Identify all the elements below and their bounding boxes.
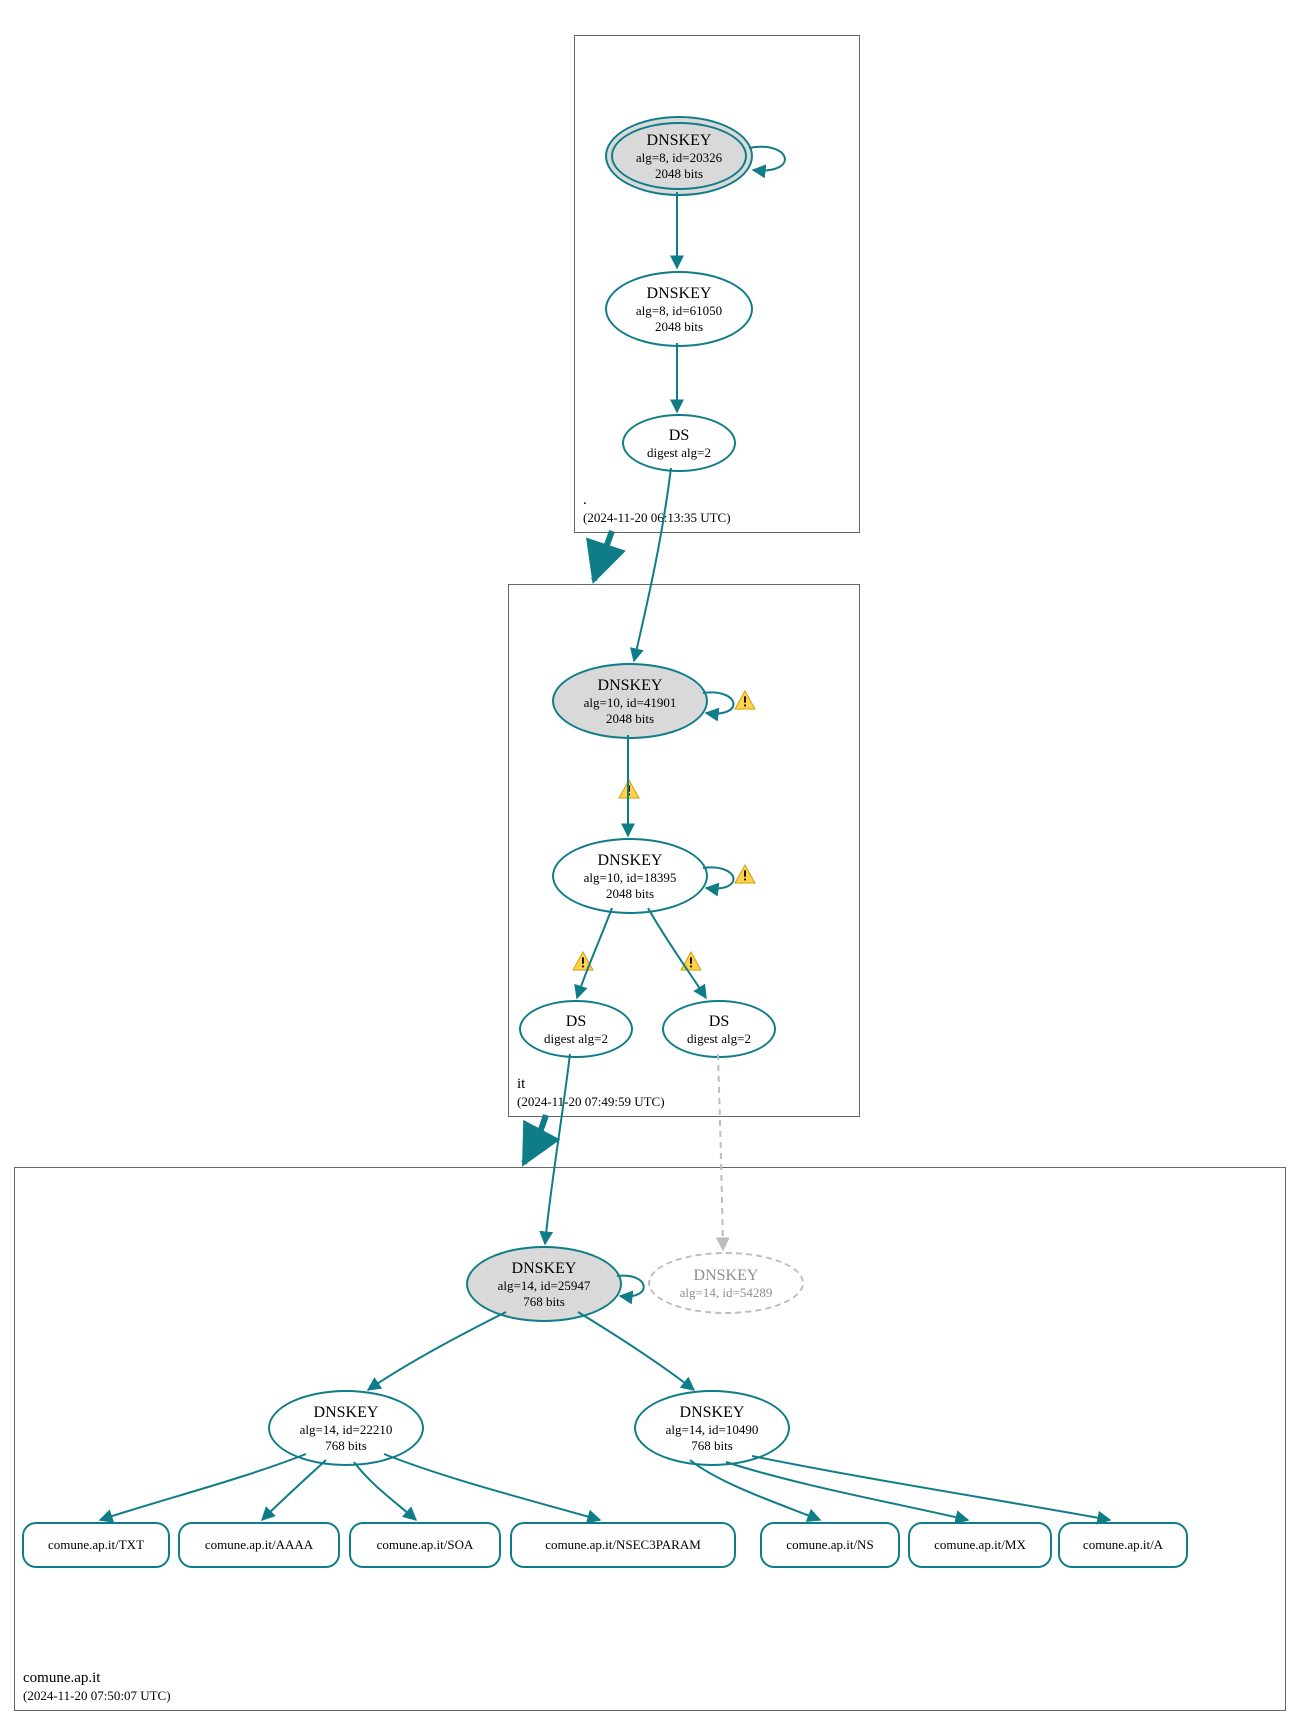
node-line3: 2048 bits: [655, 319, 703, 335]
warning-icon: [618, 779, 640, 799]
rrset-label: comune.ap.it/AAAA: [205, 1537, 313, 1553]
node-title: DS: [566, 1012, 586, 1031]
zone-domain-name: comune.ap.it: [23, 1669, 171, 1688]
node-line2: alg=10, id=41901: [584, 695, 677, 711]
node-title: DNSKEY: [314, 1403, 379, 1422]
node-title: DNSKEY: [647, 131, 712, 150]
zone-root-name: .: [583, 491, 731, 510]
root-ds: DS digest alg=2: [622, 414, 736, 472]
node-line3: 2048 bits: [655, 166, 703, 182]
warning-icon: [734, 864, 756, 884]
rrset-aaaa: comune.ap.it/AAAA: [178, 1522, 340, 1568]
rrset-a: comune.ap.it/A: [1058, 1522, 1188, 1568]
node-title: DS: [709, 1012, 729, 1031]
rrset-soa: comune.ap.it/SOA: [349, 1522, 501, 1568]
zone-it-label: it (2024-11-20 07:49:59 UTC): [517, 1075, 665, 1110]
node-title: DNSKEY: [647, 284, 712, 303]
node-line2: alg=14, id=10490: [666, 1422, 759, 1438]
node-line3: 768 bits: [691, 1438, 733, 1454]
node-line2: alg=14, id=54289: [680, 1285, 773, 1301]
node-line3: 2048 bits: [606, 711, 654, 727]
node-line2: alg=8, id=20326: [636, 150, 722, 166]
domain-ghost-dnskey: DNSKEY alg=14, id=54289: [648, 1252, 804, 1314]
node-line2: alg=14, id=25947: [498, 1278, 591, 1294]
it-ds-2: DS digest alg=2: [662, 1000, 776, 1058]
zone-it-timestamp: (2024-11-20 07:49:59 UTC): [517, 1094, 665, 1110]
root-zsk-dnskey: DNSKEY alg=8, id=61050 2048 bits: [605, 271, 753, 347]
node-title: DNSKEY: [598, 851, 663, 870]
rrset-ns: comune.ap.it/NS: [760, 1522, 900, 1568]
rrset-txt: comune.ap.it/TXT: [22, 1522, 170, 1568]
zone-domain-label: comune.ap.it (2024-11-20 07:50:07 UTC): [23, 1669, 171, 1704]
rrset-label: comune.ap.it/NSEC3PARAM: [545, 1537, 701, 1553]
rrset-label: comune.ap.it/MX: [934, 1537, 1026, 1553]
zone-domain-timestamp: (2024-11-20 07:50:07 UTC): [23, 1688, 171, 1704]
node-line3: 768 bits: [325, 1438, 367, 1454]
node-title: DS: [669, 426, 689, 445]
domain-zsk2-dnskey: DNSKEY alg=14, id=10490 768 bits: [634, 1390, 790, 1466]
rrset-mx: comune.ap.it/MX: [908, 1522, 1052, 1568]
node-title: DNSKEY: [680, 1403, 745, 1422]
rrset-label: comune.ap.it/NS: [786, 1537, 873, 1553]
it-ksk-dnskey: DNSKEY alg=10, id=41901 2048 bits: [552, 663, 708, 739]
rrset-label: comune.ap.it/A: [1083, 1537, 1163, 1553]
domain-zsk1-dnskey: DNSKEY alg=14, id=22210 768 bits: [268, 1390, 424, 1466]
domain-ksk-dnskey: DNSKEY alg=14, id=25947 768 bits: [466, 1246, 622, 1322]
node-line3: 2048 bits: [606, 886, 654, 902]
it-zsk-dnskey: DNSKEY alg=10, id=18395 2048 bits: [552, 838, 708, 914]
node-line2: digest alg=2: [544, 1031, 608, 1047]
zone-root-timestamp: (2024-11-20 06:13:35 UTC): [583, 510, 731, 526]
node-line2: alg=14, id=22210: [300, 1422, 393, 1438]
it-ds-1: DS digest alg=2: [519, 1000, 633, 1058]
node-line2: alg=10, id=18395: [584, 870, 677, 886]
node-line2: digest alg=2: [647, 445, 711, 461]
rrset-label: comune.ap.it/TXT: [48, 1537, 144, 1553]
rrset-label: comune.ap.it/SOA: [377, 1537, 474, 1553]
warning-icon: [680, 951, 702, 971]
rrset-nsec3param: comune.ap.it/NSEC3PARAM: [510, 1522, 736, 1568]
zone-root-label: . (2024-11-20 06:13:35 UTC): [583, 491, 731, 526]
node-line3: 768 bits: [523, 1294, 565, 1310]
node-title: DNSKEY: [694, 1266, 759, 1285]
node-title: DNSKEY: [598, 676, 663, 695]
warning-icon: [734, 690, 756, 710]
node-title: DNSKEY: [512, 1259, 577, 1278]
zone-it-name: it: [517, 1075, 665, 1094]
node-line2: alg=8, id=61050: [636, 303, 722, 319]
node-line2: digest alg=2: [687, 1031, 751, 1047]
root-ksk-dnskey: DNSKEY alg=8, id=20326 2048 bits: [605, 116, 753, 196]
warning-icon: [572, 951, 594, 971]
